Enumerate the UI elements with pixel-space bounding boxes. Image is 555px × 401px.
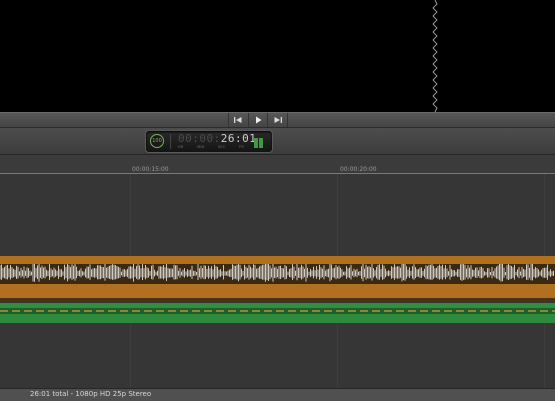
unit-hr: HR <box>178 145 184 149</box>
skip-back-icon <box>234 117 242 123</box>
timecode-dim-digits: 00:00: <box>178 132 221 145</box>
skip-back-button[interactable] <box>228 113 248 127</box>
ruler-label-20s: 00:00:20:00 <box>340 166 377 173</box>
waveform-path <box>0 264 554 282</box>
dashboard-toolbar: 100 00:00:26:01 HR MIN SEC FR <box>0 128 555 155</box>
unit-fr: FR <box>239 145 244 149</box>
video-clip-header[interactable] <box>0 256 555 264</box>
unit-min: MIN <box>197 145 205 149</box>
viewer <box>0 0 555 112</box>
timecode-units: HR MIN SEC FR <box>178 145 244 150</box>
timecode-display[interactable]: 100 00:00:26:01 HR MIN SEC FR <box>145 130 273 153</box>
transport-controls <box>228 113 289 127</box>
play-button[interactable] <box>247 113 268 127</box>
unit-sec: SEC <box>218 145 226 149</box>
timecode-bright-digits: 26:01 <box>220 132 257 145</box>
skip-forward-icon <box>274 117 282 123</box>
timeline-ruler[interactable]: 00:00:15:00 00:00:20:00 <box>0 155 555 174</box>
timecode-value: 00:00:26:01 <box>178 132 256 146</box>
clip-edge-zigzag <box>432 0 438 112</box>
audio-meter-icon[interactable] <box>254 136 264 148</box>
project-summary: 26:01 total - 1080p HD 25p Stereo <box>30 390 152 398</box>
ruler-label-15s: 00:00:15:00 <box>132 166 169 173</box>
timecode-separator <box>170 134 171 149</box>
clip-filmstrip-waveform[interactable] <box>0 264 555 284</box>
play-icon <box>256 116 262 124</box>
clip-divider <box>0 298 555 301</box>
audio-clip-body[interactable] <box>0 314 555 323</box>
skip-forward-button[interactable] <box>267 113 289 127</box>
transport-bar <box>0 113 555 128</box>
zoom-percent-badge[interactable]: 100 <box>150 134 164 148</box>
status-bar: 26:01 total - 1080p HD 25p Stereo <box>0 388 555 401</box>
video-clip-body[interactable] <box>0 284 555 298</box>
